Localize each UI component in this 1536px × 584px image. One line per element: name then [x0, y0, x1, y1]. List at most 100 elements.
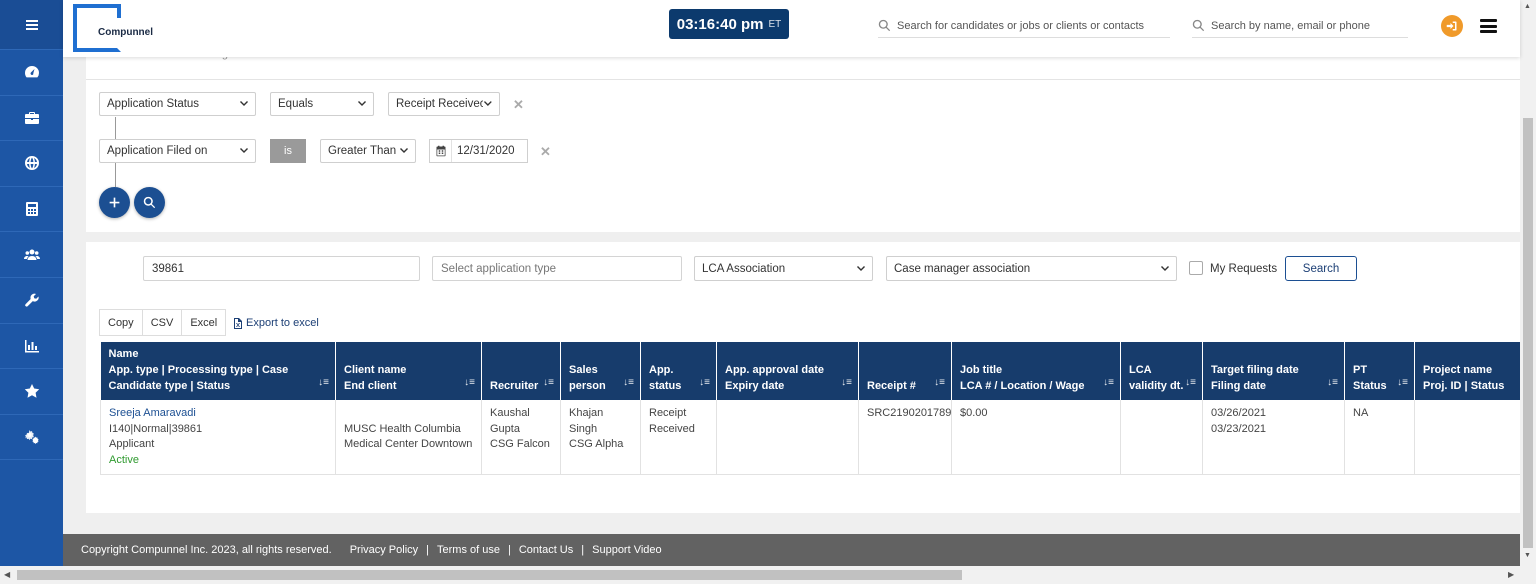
col-header-receipt[interactable]: Receipt # ↓≡: [858, 342, 952, 400]
filter-panel: Match ALL of the following Application S…: [86, 40, 1520, 232]
cell-recruiter: Kaushal Gupta CSG Falcon: [481, 400, 561, 475]
receipt-text: SRC2190201789: [867, 407, 952, 419]
sort-icon[interactable]: ↓≡: [1327, 375, 1338, 391]
sort-icon[interactable]: ↓≡: [318, 375, 329, 391]
sort-icon[interactable]: ↓≡: [1185, 375, 1196, 391]
filter-date-input[interactable]: 12/31/2020: [429, 139, 528, 163]
contact-us-link[interactable]: Contact Us: [519, 544, 573, 556]
header-line: App.: [649, 364, 674, 376]
sort-icon[interactable]: ↓≡: [543, 375, 554, 391]
chevron-down-icon: [400, 148, 408, 153]
col-header-job-title[interactable]: Job title LCA # / Location / Wage ↓≡: [951, 342, 1121, 400]
copyright-text: Copyright Compunnel Inc. 2023, all right…: [81, 544, 332, 556]
chevron-down-icon: [1161, 265, 1169, 271]
sidebar-item-reports[interactable]: [0, 324, 63, 370]
header-line: LCA: [1129, 364, 1152, 376]
header-line: App. type | Processing type | Case: [108, 364, 289, 376]
sidebar-item-calculator[interactable]: [0, 187, 63, 233]
col-header-recruiter[interactable]: Recruiter ↓≡: [481, 342, 561, 400]
remove-filter-1-icon[interactable]: ✕: [513, 97, 524, 113]
col-header-filing-date[interactable]: Target filing date Filing date ↓≡: [1202, 342, 1345, 400]
vertical-scroll-thumb[interactable]: [1523, 118, 1533, 548]
hamburger-menu-button[interactable]: [1480, 19, 1497, 33]
terms-of-use-link[interactable]: Terms of use: [437, 544, 500, 556]
cell-app-status: Receipt Received: [640, 400, 717, 475]
copy-button[interactable]: Copy: [100, 310, 143, 335]
application-type-placeholder: Select application type: [441, 262, 557, 275]
divider: [86, 79, 1520, 80]
remove-filter-2-icon[interactable]: ✕: [540, 144, 551, 160]
run-filter-search-button[interactable]: [134, 187, 165, 218]
scroll-right-arrow[interactable]: ▶: [1508, 570, 1514, 579]
application-type-input[interactable]: Select application type: [432, 256, 682, 281]
privacy-policy-link[interactable]: Privacy Policy: [350, 544, 418, 556]
horizontal-scroll-thumb[interactable]: [17, 570, 962, 580]
menu-bar: [1480, 24, 1497, 28]
search-icon: [143, 196, 156, 209]
sidebar-item-users[interactable]: [0, 232, 63, 278]
sidebar-item-dashboard[interactable]: [0, 50, 63, 96]
scroll-up-arrow[interactable]: ▲: [1524, 3, 1531, 10]
col-header-approval-date[interactable]: App. approval date Expiry date ↓≡: [716, 342, 859, 400]
logout-button[interactable]: [1441, 15, 1463, 37]
col-header-project[interactable]: Project name Proj. ID | Status: [1414, 342, 1521, 400]
horizontal-scrollbar[interactable]: ◀ ▶: [0, 566, 1536, 584]
menu-bar: [1480, 30, 1497, 33]
sort-icon[interactable]: ↓≡: [623, 375, 634, 391]
chevron-down-icon: [857, 265, 865, 271]
sort-icon[interactable]: ↓≡: [841, 375, 852, 391]
calendar-button[interactable]: [430, 140, 452, 162]
scroll-left-arrow[interactable]: ◀: [4, 570, 10, 579]
col-header-client[interactable]: Client name End client ↓≡: [335, 342, 482, 400]
search-button[interactable]: Search: [1285, 256, 1357, 281]
header-line: Filing date: [1211, 380, 1266, 392]
end-client-text: MUSC Health Columbia Medical Center Down…: [344, 422, 473, 451]
excel-button[interactable]: Excel: [182, 310, 225, 335]
header-line: Expiry date: [725, 380, 785, 392]
sidebar-item-jobs[interactable]: [0, 96, 63, 142]
sort-icon[interactable]: ↓≡: [1397, 375, 1408, 391]
app-type-text: I140|Normal|39861: [109, 422, 203, 435]
vertical-scrollbar[interactable]: ▲ ▼: [1520, 0, 1536, 566]
scroll-down-arrow[interactable]: ▼: [1524, 552, 1531, 559]
filter-operator-select-2[interactable]: Greater Than: [320, 139, 416, 163]
sidebar-item-settings[interactable]: [0, 415, 63, 461]
company-logo[interactable]: Compunnel: [73, 4, 155, 54]
col-header-app-status[interactable]: App. status ↓≡: [640, 342, 717, 400]
footer-separator: |: [426, 544, 430, 556]
add-filter-button[interactable]: [99, 187, 130, 218]
col-header-sales-person[interactable]: Sales person ↓≡: [560, 342, 641, 400]
table-row[interactable]: Sreeja Amaravadi I140|Normal|39861 Appli…: [100, 400, 1521, 475]
sort-icon[interactable]: ↓≡: [1103, 375, 1114, 391]
lca-association-select[interactable]: LCA Association: [694, 256, 873, 281]
sidebar-item-global[interactable]: [0, 141, 63, 187]
filter-field-value-2: Application Filed on: [107, 145, 208, 157]
sidebar-toggle-button[interactable]: [0, 0, 63, 50]
filter-field-select-2[interactable]: Application Filed on: [99, 139, 256, 163]
sort-icon[interactable]: ↓≡: [699, 375, 710, 391]
id-search-input[interactable]: 39861: [143, 256, 420, 281]
filter-value-select-1[interactable]: Receipt Receivec: [388, 92, 500, 116]
filter-operator-select-1[interactable]: Equals: [270, 92, 374, 116]
global-search-input[interactable]: Search for candidates or jobs or clients…: [878, 14, 1170, 38]
col-header-lca-validity[interactable]: LCA validity dt. ↓≡: [1120, 342, 1203, 400]
sidebar-item-tools[interactable]: [0, 278, 63, 324]
sort-icon[interactable]: ↓≡: [464, 375, 475, 391]
people-search-input[interactable]: Search by name, email or phone: [1192, 14, 1408, 38]
col-header-pt-status[interactable]: PT Status ↓≡: [1344, 342, 1415, 400]
my-requests-checkbox[interactable]: [1189, 261, 1203, 275]
dashboard-icon: [24, 66, 39, 78]
top-header: Compunnel 03:16:40 pm ET Search for cand…: [63, 0, 1520, 57]
sidebar-item-favorites[interactable]: [0, 369, 63, 415]
case-manager-select[interactable]: Case manager association: [886, 256, 1177, 281]
support-video-link[interactable]: Support Video: [592, 544, 662, 556]
sort-icon[interactable]: ↓≡: [934, 375, 945, 391]
candidate-name-link[interactable]: Sreeja Amaravadi: [109, 406, 327, 422]
header-line: Recruiter: [490, 380, 539, 392]
csv-button[interactable]: CSV: [143, 310, 183, 335]
export-to-excel-link[interactable]: Export to excel: [233, 317, 319, 329]
file-excel-icon: [234, 317, 242, 329]
filter-field-select-1[interactable]: Application Status: [99, 92, 256, 116]
header-line: Target filing date: [1211, 364, 1299, 376]
col-header-name[interactable]: Name App. type | Processing type | Case Ca…: [100, 342, 336, 400]
